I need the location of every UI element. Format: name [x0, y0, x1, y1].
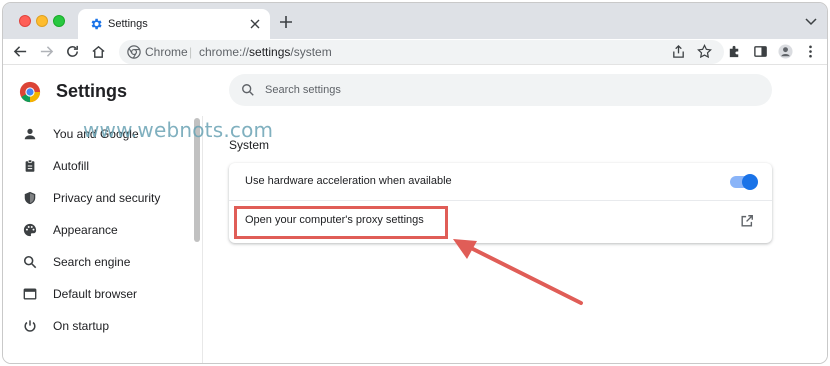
sidebar-item-search-engine[interactable]: Search engine	[3, 248, 191, 276]
toggle-knob	[742, 174, 758, 190]
settings-page: Settings You and Google Aut	[3, 66, 827, 363]
search-input[interactable]	[265, 74, 745, 106]
reload-icon[interactable]	[65, 44, 80, 59]
maximize-window-button[interactable]	[53, 15, 65, 27]
sidebar-scrollbar[interactable]	[191, 116, 203, 363]
hardware-acceleration-label: Use hardware acceleration when available	[245, 175, 452, 187]
search-settings-box[interactable]	[229, 74, 772, 106]
settings-sidebar: You and Google Autofill Privacy and secu…	[3, 116, 191, 363]
sidebar-item-label: Appearance	[53, 223, 118, 237]
close-icon[interactable]	[248, 17, 262, 31]
clipboard-icon	[25, 159, 35, 172]
sidebar-item-default-browser[interactable]: Default browser	[3, 280, 191, 308]
address-bar-chip: Chrome	[145, 45, 188, 59]
chevron-down-icon[interactable]	[805, 17, 817, 27]
profile-avatar-icon[interactable]	[778, 44, 793, 59]
close-window-button[interactable]	[19, 15, 31, 27]
sidebar-item-label: Default browser	[53, 287, 138, 301]
extensions-icon[interactable]	[727, 44, 742, 59]
chrome-logo-icon	[19, 81, 41, 103]
tab-strip: Settings	[3, 3, 827, 39]
browser-window-icon	[23, 288, 37, 300]
side-panel-icon[interactable]	[753, 44, 768, 59]
minimize-window-button[interactable]	[36, 15, 48, 27]
sidebar-item-label: Search engine	[53, 255, 131, 269]
sidebar-item-label: Autofill	[53, 159, 90, 173]
share-icon[interactable]	[671, 44, 686, 59]
hardware-acceleration-row[interactable]: Use hardware acceleration when available	[229, 163, 772, 201]
sidebar-item-appearance[interactable]: Appearance	[3, 216, 191, 244]
chrome-icon	[127, 45, 141, 59]
sidebar-item-label: Privacy and security	[53, 191, 161, 205]
open-external-icon[interactable]	[740, 214, 754, 228]
palette-icon	[23, 223, 37, 237]
annotation-arrow	[453, 239, 583, 305]
browser-toolbar: Chrome | chrome://settings/system	[3, 39, 827, 65]
bookmark-star-icon[interactable]	[697, 44, 712, 59]
tab-settings[interactable]: Settings	[78, 9, 270, 39]
person-icon	[24, 128, 36, 140]
hardware-acceleration-toggle[interactable]	[730, 174, 758, 190]
tab-title: Settings	[108, 18, 148, 30]
sidebar-item-autofill[interactable]: Autofill	[3, 152, 191, 180]
back-icon[interactable]	[13, 44, 28, 59]
sidebar-item-on-startup[interactable]: On startup	[3, 312, 191, 340]
address-bar-separator: |	[189, 45, 193, 59]
address-bar-url: chrome://settings/system	[199, 45, 332, 59]
gear-icon	[91, 18, 102, 30]
more-menu-icon[interactable]	[803, 44, 818, 59]
section-title: System	[229, 138, 270, 152]
address-bar[interactable]: Chrome | chrome://settings/system	[119, 40, 724, 64]
sidebar-item-label: On startup	[53, 319, 110, 333]
forward-icon[interactable]	[39, 44, 54, 59]
sidebar-item-privacy-and-security[interactable]: Privacy and security	[3, 184, 191, 212]
search-icon	[23, 255, 37, 269]
highlight-box	[234, 206, 448, 239]
power-icon	[24, 320, 36, 332]
new-tab-icon[interactable]	[279, 15, 293, 29]
page-title: Settings	[56, 81, 128, 101]
shield-icon	[24, 191, 36, 205]
search-icon	[242, 84, 254, 96]
home-icon[interactable]	[91, 44, 106, 59]
browser-window: Settings Chrome | chrome://settings/syst…	[2, 2, 828, 364]
